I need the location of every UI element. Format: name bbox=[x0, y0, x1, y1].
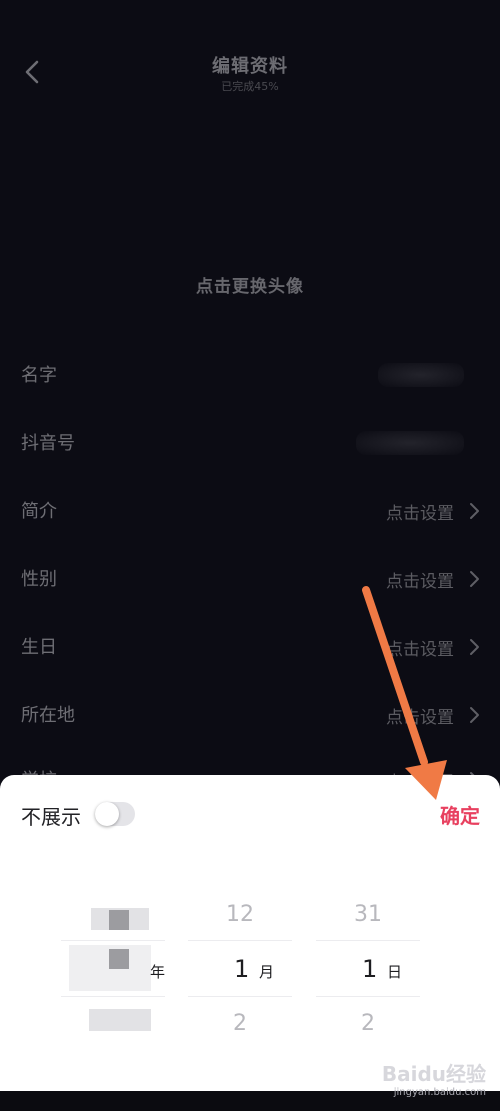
day-prev-value: 31 bbox=[354, 902, 382, 927]
wheel-divider bbox=[188, 940, 292, 941]
month-next-value: 2 bbox=[233, 1011, 247, 1036]
field-value-birthday: 点击设置 bbox=[386, 640, 454, 660]
day-current-value: 1 bbox=[362, 955, 378, 983]
month-prev-value: 12 bbox=[226, 902, 254, 927]
birthday-picker-sheet: 不展示 确定 年 12 1 月 2 31 1 日 2 bbox=[0, 775, 500, 1091]
year-unit: 年 bbox=[150, 963, 166, 981]
wheel-divider bbox=[61, 996, 165, 997]
month-wheel[interactable]: 12 1 月 2 bbox=[188, 775, 292, 1091]
confirm-button[interactable]: 确定 bbox=[440, 800, 480, 829]
chevron-right-icon bbox=[468, 569, 480, 589]
year-wheel[interactable]: 年 bbox=[61, 775, 165, 1091]
field-label-gender: 性别 bbox=[21, 569, 57, 590]
chevron-right-icon bbox=[468, 705, 480, 725]
blurred-year-prev-mark bbox=[109, 910, 129, 930]
field-value-location: 点击设置 bbox=[386, 708, 454, 728]
chevron-right-icon bbox=[468, 637, 480, 657]
blurred-year-current-mark bbox=[109, 949, 129, 969]
field-row-douyin-id[interactable]: 抖音号 bbox=[0, 423, 500, 463]
field-label-birthday: 生日 bbox=[21, 637, 57, 658]
field-row-location[interactable]: 所在地 点击设置 bbox=[0, 695, 500, 735]
day-next-value: 2 bbox=[361, 1011, 375, 1036]
field-label-name: 名字 bbox=[21, 365, 57, 386]
blurred-name-value bbox=[378, 363, 464, 387]
month-current-value: 1 bbox=[234, 955, 250, 983]
field-row-bio[interactable]: 简介 点击设置 bbox=[0, 491, 500, 531]
chevron-right-icon bbox=[468, 501, 480, 521]
wheel-divider bbox=[61, 940, 165, 941]
baidu-watermark: Baidu经验 jingyan.baidu.com bbox=[382, 1058, 486, 1098]
field-value-gender: 点击设置 bbox=[386, 572, 454, 592]
field-value-bio: 点击设置 bbox=[386, 504, 454, 524]
month-unit: 月 bbox=[259, 963, 275, 981]
day-unit: 日 bbox=[387, 963, 403, 981]
field-row-birthday[interactable]: 生日 点击设置 bbox=[0, 627, 500, 667]
change-avatar-link[interactable]: 点击更换头像 bbox=[0, 272, 500, 297]
wheel-divider bbox=[188, 996, 292, 997]
wheel-divider bbox=[316, 940, 420, 941]
completion-progress: 已完成45% bbox=[221, 80, 279, 93]
baidu-url: jingyan.baidu.com bbox=[393, 1087, 486, 1098]
page-title: 编辑资料 bbox=[212, 56, 288, 77]
wheel-divider bbox=[316, 996, 420, 997]
day-wheel[interactable]: 31 1 日 2 bbox=[316, 775, 420, 1091]
field-label-douyin-id: 抖音号 bbox=[21, 433, 75, 454]
field-label-bio: 简介 bbox=[21, 501, 57, 522]
field-label-location: 所在地 bbox=[21, 705, 75, 726]
baidu-logo: Baidu经验 bbox=[381, 1062, 486, 1086]
field-row-gender[interactable]: 性别 点击设置 bbox=[0, 559, 500, 599]
blurred-year-next bbox=[89, 1009, 151, 1031]
blurred-douyin-id-value bbox=[356, 431, 464, 455]
field-row-name[interactable]: 名字 bbox=[0, 355, 500, 395]
